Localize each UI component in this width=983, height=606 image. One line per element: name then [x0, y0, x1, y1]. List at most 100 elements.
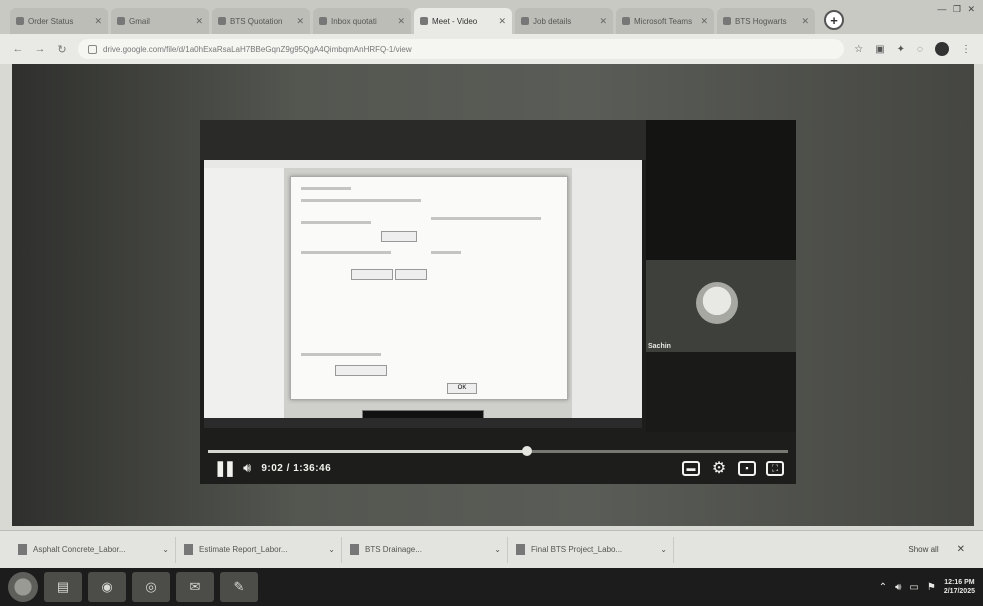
- tab-close-icon[interactable]: ✕: [94, 16, 102, 27]
- tab-close-icon[interactable]: ✕: [599, 16, 607, 27]
- dialog-field: [351, 269, 393, 280]
- dialog-text-line: [301, 221, 371, 224]
- participant-avatar: [696, 282, 738, 324]
- tab-close-icon[interactable]: ✕: [195, 16, 203, 27]
- tab-favicon-icon: [420, 17, 428, 25]
- download-item[interactable]: Final BTS Project_Labo... ⌄: [516, 536, 674, 563]
- tab-close-icon[interactable]: ✕: [296, 16, 304, 27]
- miniplayer-icon[interactable]: ▪: [738, 460, 756, 476]
- browser-tab[interactable]: Order Status ✕: [10, 8, 108, 34]
- participant-tile-empty: [646, 120, 796, 260]
- chrome-icon[interactable]: ◎: [132, 572, 170, 602]
- participant-tile-empty: [646, 352, 796, 432]
- window-controls[interactable]: — ❐ ✕: [937, 4, 977, 15]
- download-item[interactable]: Asphalt Concrete_Labor... ⌄: [18, 536, 176, 563]
- dialog-field: [395, 269, 427, 280]
- network-tray-icon[interactable]: ▭: [909, 582, 918, 593]
- shared-screen-titlebar: [204, 160, 642, 168]
- back-arrow-icon[interactable]: ←: [12, 43, 24, 55]
- bookmark-star-icon[interactable]: ☆: [854, 44, 863, 55]
- file-icon: [18, 544, 27, 555]
- browser-tab[interactable]: BTS Quotation ✕: [212, 8, 310, 34]
- participant-tile: Sachin: [646, 260, 796, 352]
- download-name: Estimate Report_Labor...: [199, 545, 288, 554]
- tab-label: BTS Quotation: [230, 16, 283, 26]
- participant-name: Sachin: [648, 343, 671, 350]
- browser-tab[interactable]: BTS Hogwarts ✕: [717, 8, 815, 34]
- tab-label: Job details: [533, 16, 572, 26]
- tray-arrow-icon[interactable]: ⌃: [879, 582, 887, 593]
- tab-favicon-icon: [117, 17, 125, 25]
- os-taskbar: ▤ ◉ ◎ ✉ ✎ ⌃ 🔊︎ ▭ ⚑ 12:16 PM 2/17/2025: [0, 568, 983, 606]
- taskbar-clock[interactable]: 12:16 PM 2/17/2025: [944, 578, 975, 596]
- shared-screen-right-pane: [572, 168, 642, 428]
- browser-tab[interactable]: Gmail ✕: [111, 8, 209, 34]
- browser-tab[interactable]: Inbox quotati ✕: [313, 8, 411, 34]
- tab-label: Microsoft Teams: [634, 16, 693, 26]
- video-progress-scrubber[interactable]: [522, 446, 532, 456]
- tab-favicon-icon: [723, 17, 731, 25]
- browser-tab[interactable]: Job details ✕: [515, 8, 613, 34]
- dialog-ok-button: OK: [447, 383, 477, 394]
- dialog-text-line: [301, 353, 381, 356]
- forward-arrow-icon[interactable]: →: [34, 43, 46, 55]
- video-progress-bar[interactable]: [208, 446, 788, 456]
- start-button[interactable]: [8, 572, 38, 602]
- shared-screen-sidebar: [204, 168, 284, 428]
- tab-close-icon[interactable]: ✕: [397, 16, 405, 27]
- address-bar[interactable]: drive.google.com/file/d/1a0hExaRsaLaH7BB…: [78, 39, 845, 59]
- download-item[interactable]: Estimate Report_Labor... ⌄: [184, 536, 342, 563]
- tab-close-icon[interactable]: ✕: [498, 16, 506, 27]
- download-name: BTS Drainage...: [365, 545, 422, 554]
- video-progress-played: [208, 450, 527, 453]
- show-all-downloads-link[interactable]: Show all: [908, 545, 938, 554]
- language-tray-icon[interactable]: ⚑: [927, 582, 936, 593]
- tab-label: BTS Hogwarts: [735, 16, 787, 26]
- menu-kebab-icon[interactable]: ⋮: [961, 44, 971, 55]
- download-name: Asphalt Concrete_Labor...: [33, 545, 126, 554]
- media-player-icon[interactable]: ◉: [88, 572, 126, 602]
- download-name: Final BTS Project_Labo...: [531, 545, 623, 554]
- video-page: OK Sachin ❚❚ 🔊︎ 9:02 / 1:36:46 ▬ ⚙ ▪ ⛶: [12, 64, 974, 526]
- clock-date: 2/17/2025: [943, 588, 975, 595]
- captions-icon[interactable]: ▬: [682, 460, 700, 476]
- video-controls: ❚❚ 🔊︎ 9:02 / 1:36:46 ▬ ⚙ ▪ ⛶: [214, 458, 784, 478]
- dialog-text-line: [301, 251, 391, 254]
- volume-icon[interactable]: 🔊︎: [243, 460, 251, 476]
- extension-icon[interactable]: ◌: [917, 44, 923, 55]
- tab-favicon-icon: [218, 17, 226, 25]
- profile-avatar-icon[interactable]: [935, 42, 949, 56]
- dialog-text-line: [431, 251, 461, 254]
- file-explorer-icon[interactable]: ▤: [44, 572, 82, 602]
- extension-icon[interactable]: ▣: [875, 44, 884, 55]
- browser-tab[interactable]: Microsoft Teams ✕: [616, 8, 714, 34]
- extension-puzzle-icon[interactable]: ✦: [897, 44, 905, 55]
- video-player[interactable]: OK Sachin ❚❚ 🔊︎ 9:02 / 1:36:46 ▬ ⚙ ▪ ⛶: [200, 120, 796, 484]
- browser-toolbar: ← → ↻ drive.google.com/file/d/1a0hExaRsa…: [0, 34, 983, 64]
- browser-tab-active[interactable]: Meet - Video ✕: [414, 8, 512, 34]
- chevron-down-icon[interactable]: ⌄: [494, 545, 501, 554]
- volume-tray-icon[interactable]: 🔊︎: [895, 582, 901, 593]
- tab-label: Gmail: [129, 16, 150, 26]
- tab-close-icon[interactable]: ✕: [801, 16, 809, 27]
- chevron-down-icon[interactable]: ⌄: [162, 545, 169, 554]
- chevron-down-icon[interactable]: ⌄: [660, 545, 667, 554]
- browser-tab-strip: Order Status ✕ Gmail ✕ BTS Quotation ✕ I…: [0, 0, 983, 34]
- settings-gear-icon[interactable]: ⚙: [710, 460, 728, 477]
- tab-close-icon[interactable]: ✕: [700, 16, 708, 27]
- chevron-down-icon[interactable]: ⌄: [328, 545, 335, 554]
- pause-icon[interactable]: ❚❚: [214, 459, 236, 477]
- tab-favicon-icon: [319, 17, 327, 25]
- close-downloads-icon[interactable]: ✕: [957, 544, 965, 555]
- tab-label: Meet - Video: [432, 16, 478, 26]
- download-item[interactable]: BTS Drainage... ⌄: [350, 536, 508, 563]
- tab-favicon-icon: [521, 17, 529, 25]
- fullscreen-icon[interactable]: ⛶: [766, 460, 784, 476]
- new-tab-button[interactable]: +: [824, 10, 844, 30]
- outlook-icon[interactable]: ✉: [176, 572, 214, 602]
- clock-time: 12:16 PM: [944, 579, 975, 586]
- shared-screen-frame: OK: [204, 160, 642, 428]
- video-time: 9:02 / 1:36:46: [261, 462, 332, 474]
- reload-icon[interactable]: ↻: [56, 43, 68, 56]
- paint-icon[interactable]: ✎: [220, 572, 258, 602]
